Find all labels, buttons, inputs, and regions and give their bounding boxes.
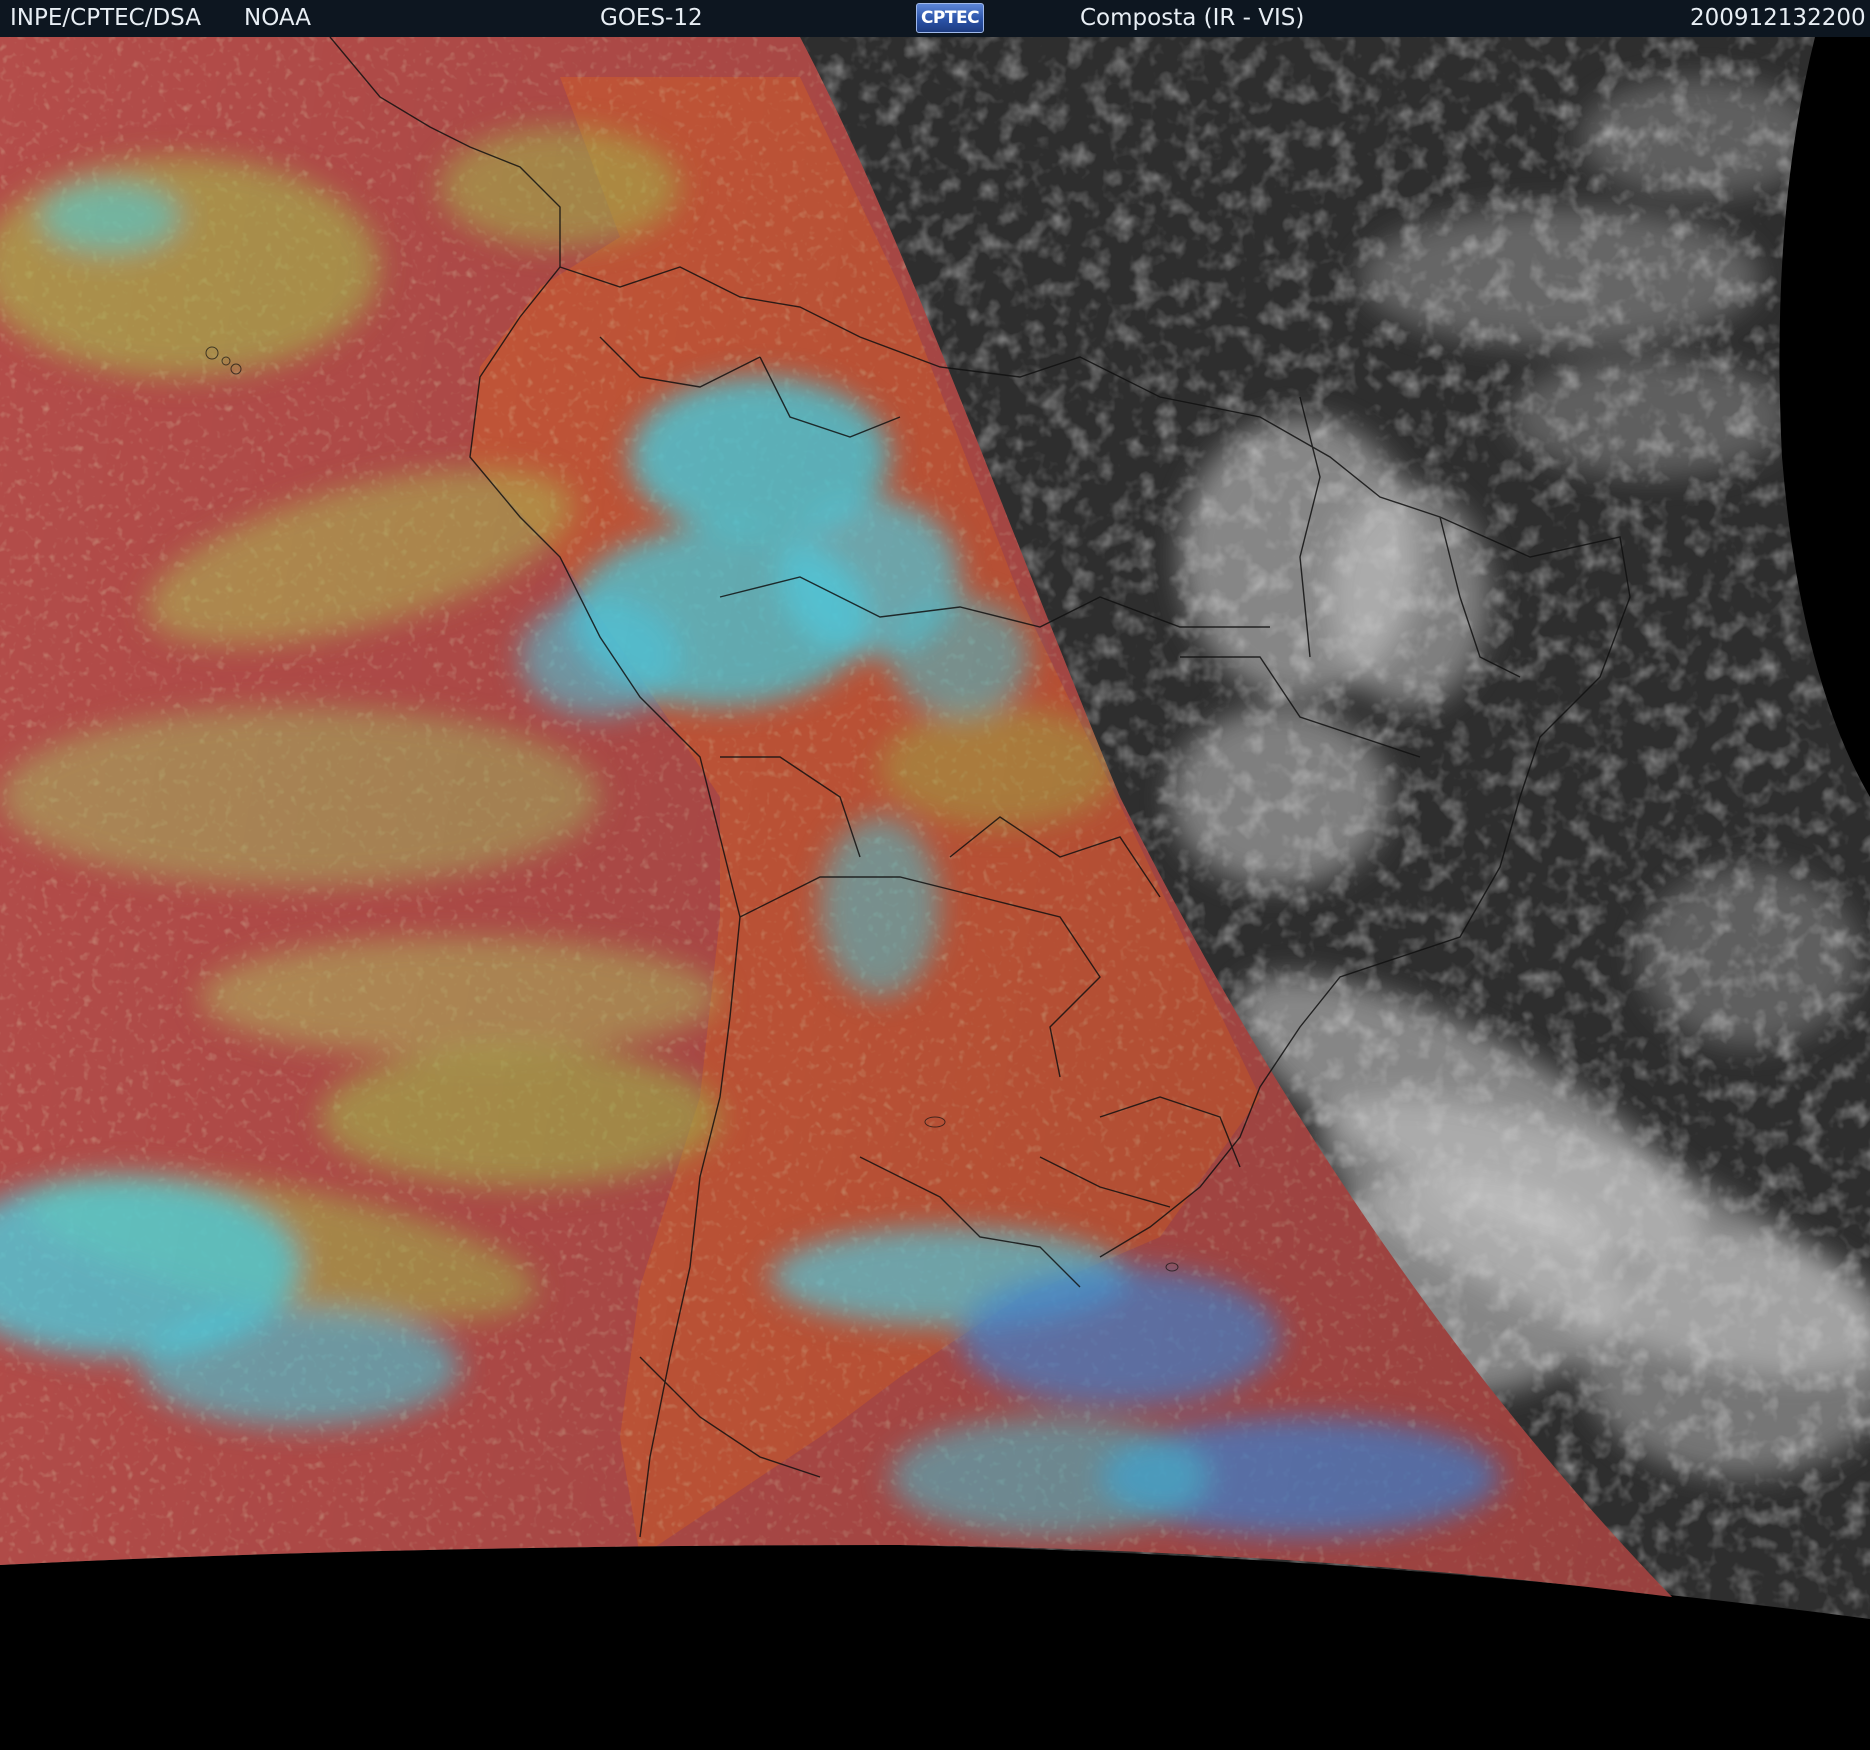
satellite-label: GOES-12 xyxy=(600,5,703,31)
institution-label: INPE/CPTEC/DSA xyxy=(10,5,201,31)
agency-label: NOAA xyxy=(244,5,312,31)
product-label: Composta (IR - VIS) xyxy=(1080,5,1305,31)
cptec-logo-text: CPTEC xyxy=(920,8,980,28)
timestamp-label: 200912132200 xyxy=(1690,5,1866,31)
image-header-bar: INPE/CPTEC/DSA NOAA GOES-12 CPTEC Compos… xyxy=(0,0,1870,37)
satellite-imagery-area xyxy=(0,37,1870,1750)
cptec-logo: CPTEC xyxy=(916,3,984,33)
composite-image-svg xyxy=(0,37,1870,1750)
satellite-image-viewer: INPE/CPTEC/DSA NOAA GOES-12 CPTEC Compos… xyxy=(0,0,1870,1750)
